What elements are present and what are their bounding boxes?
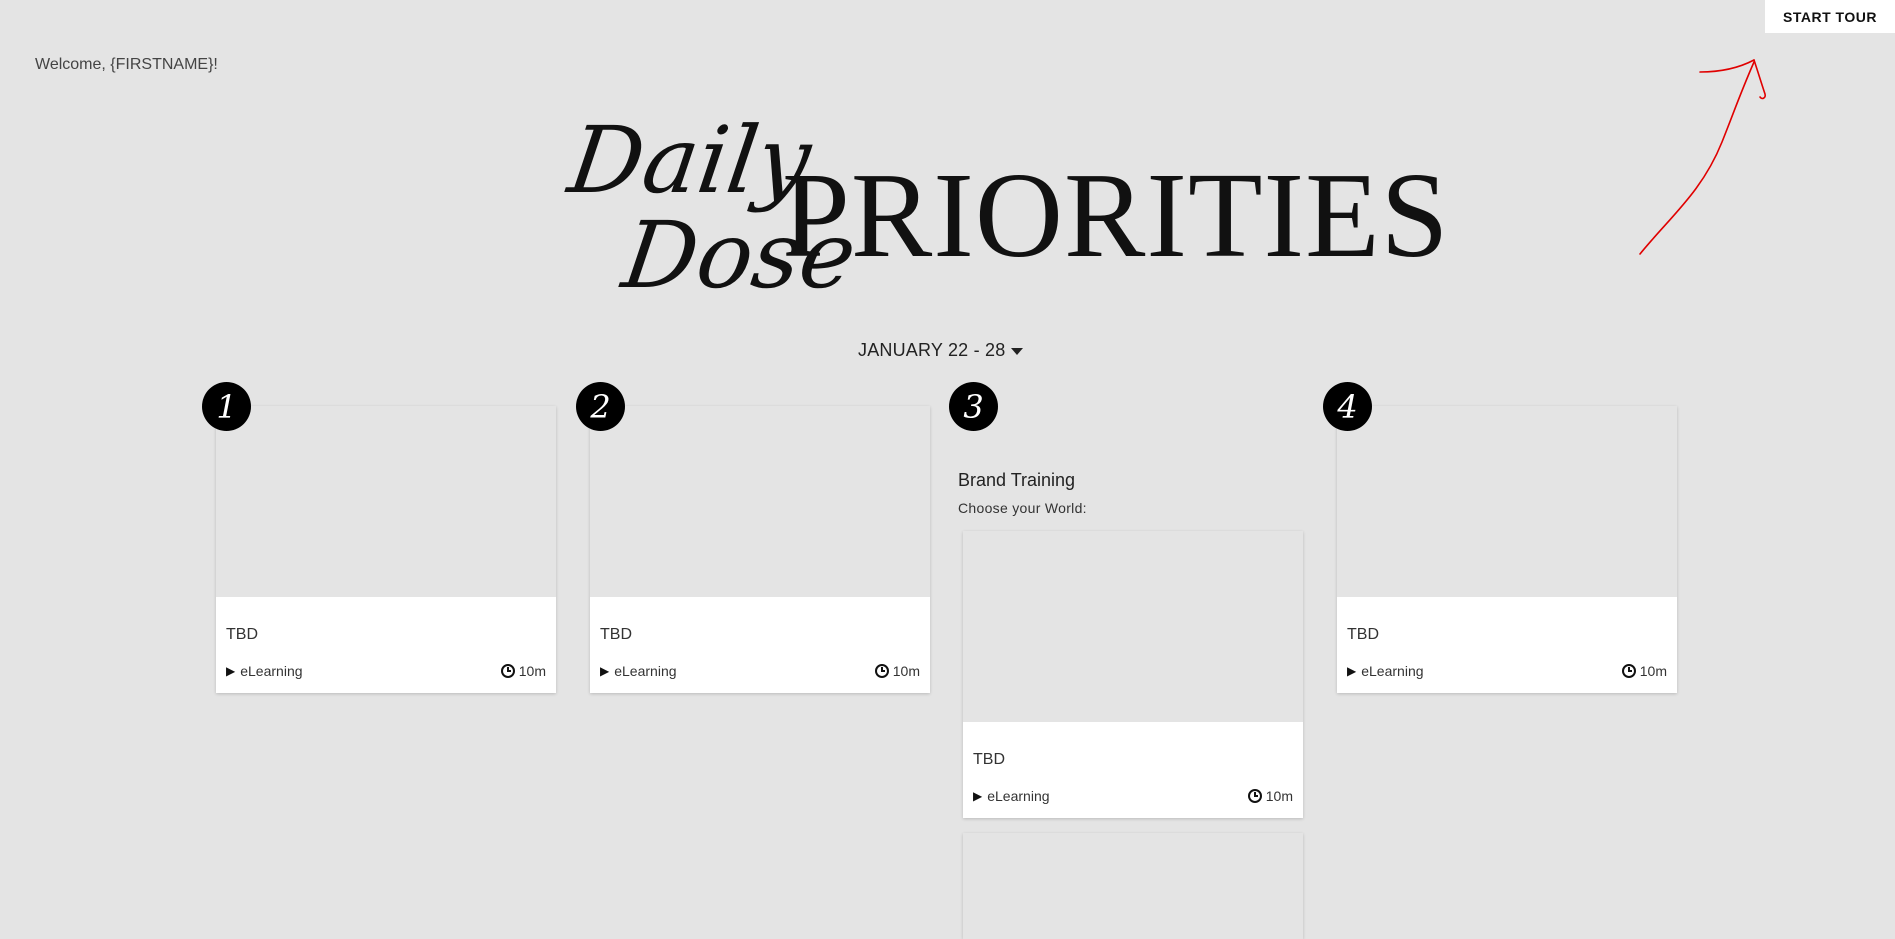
priority-card[interactable]: TBD ▶ eLearning 10m — [590, 406, 930, 693]
clock-icon — [500, 664, 515, 678]
card-duration: 10m — [1621, 663, 1667, 679]
card-duration-label: 10m — [518, 663, 546, 679]
card-duration-label: 10m — [1639, 663, 1667, 679]
daily-dose-priorities-logo: Daily Dose PRIORITIES — [560, 107, 1449, 325]
card-duration-label: 10m — [892, 663, 920, 679]
card-duration: 10m — [874, 663, 920, 679]
card-thumbnail — [216, 406, 556, 597]
play-icon: ▶ — [973, 789, 983, 803]
clock-icon — [1247, 789, 1262, 803]
date-range-dropdown[interactable]: JANUARY 22 - 28 — [858, 340, 1024, 361]
card-duration: 10m — [1247, 788, 1293, 804]
logo-script-daily: Daily — [562, 107, 818, 214]
card-title: TBD — [600, 626, 632, 643]
card-type-label: eLearning — [1361, 663, 1424, 679]
card-thumbnail — [963, 531, 1303, 722]
priority-card-partial[interactable] — [963, 833, 1303, 939]
card-type: ▶ eLearning — [600, 663, 677, 679]
priority-number-badge: 1 — [202, 382, 251, 431]
card-thumbnail — [590, 406, 930, 597]
caret-down-icon — [1011, 348, 1024, 355]
card-title: TBD — [1347, 626, 1379, 643]
card-type-label: eLearning — [240, 663, 303, 679]
play-icon: ▶ — [600, 664, 610, 678]
card-type-label: eLearning — [614, 663, 677, 679]
card-duration-label: 10m — [1265, 788, 1293, 804]
card-duration: 10m — [500, 663, 546, 679]
priority-number-badge: 3 — [949, 382, 998, 431]
priority-number-badge: 4 — [1323, 382, 1372, 431]
section-title: Brand Training — [958, 470, 1076, 490]
play-icon: ▶ — [1347, 664, 1357, 678]
clock-icon — [874, 664, 889, 678]
priority-card[interactable]: TBD ▶ eLearning 10m — [216, 406, 556, 693]
date-range-label: JANUARY 22 - 28 — [858, 340, 1006, 360]
card-title: TBD — [973, 751, 1005, 768]
start-tour-button[interactable]: START TOUR — [1765, 0, 1895, 33]
priority-card[interactable]: TBD ▶ eLearning 10m — [1337, 406, 1677, 693]
priority-number-badge: 2 — [576, 382, 625, 431]
card-title: TBD — [226, 626, 258, 643]
card-thumbnail — [1337, 406, 1677, 597]
section-subtitle: Choose your World: — [958, 500, 1087, 516]
welcome-message: Welcome, {FIRSTNAME}! — [35, 56, 218, 73]
play-icon: ▶ — [226, 664, 236, 678]
card-type: ▶ eLearning — [973, 788, 1050, 804]
clock-icon — [1621, 664, 1636, 678]
card-type-label: eLearning — [987, 788, 1050, 804]
card-type: ▶ eLearning — [1347, 663, 1424, 679]
priority-card[interactable]: TBD ▶ eLearning 10m — [963, 531, 1303, 818]
logo-priorities: PRIORITIES — [782, 148, 1450, 283]
card-type: ▶ eLearning — [226, 663, 303, 679]
annotation-arrow-icon — [1639, 59, 1766, 255]
